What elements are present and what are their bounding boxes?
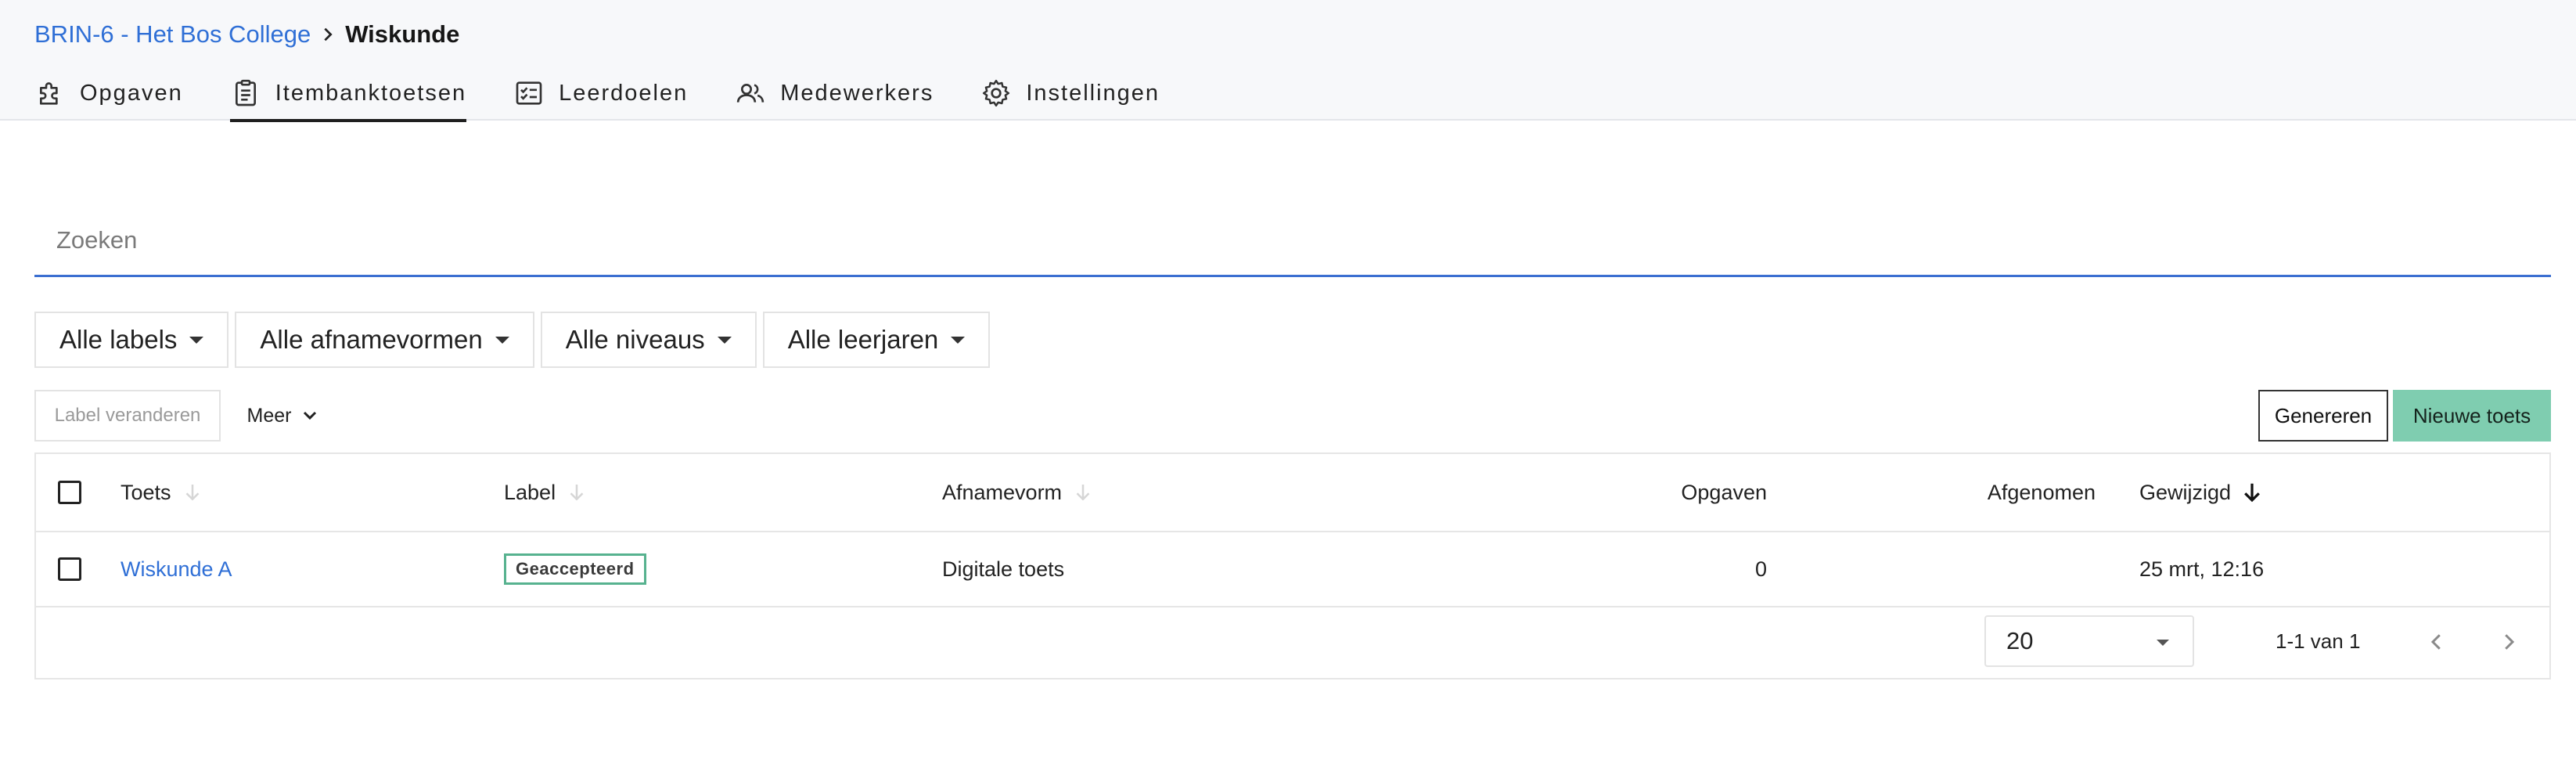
filter-label: Alle labels (59, 325, 178, 354)
tab-medewerkers[interactable]: Medewerkers (735, 69, 934, 121)
breadcrumb-current: Wiskunde (345, 20, 460, 48)
column-title: Opgaven (1681, 480, 1767, 504)
tab-label: Instellingen (1026, 80, 1160, 106)
gewijzigd-value: 25 mrt, 12:16 (2139, 557, 2265, 581)
caret-down-icon (189, 336, 204, 344)
page-size-select[interactable]: 20 (1984, 615, 2194, 667)
cell-opgaven: 0 (1755, 532, 1767, 606)
cell-label: Geaccepteerd (504, 532, 646, 606)
generate-button[interactable]: Genereren (2258, 390, 2388, 442)
checklist-icon (516, 81, 542, 105)
clipboard-icon (235, 79, 256, 106)
sort-arrow-icon (185, 485, 199, 501)
change-label-button[interactable]: Label veranderen (34, 390, 221, 442)
column-header-toets[interactable]: Toets (121, 454, 204, 531)
column-title: Gewijzigd (2139, 480, 2232, 504)
sort-arrow-down-icon (2244, 483, 2260, 503)
column-header-afnamevorm[interactable]: Afnamevorm (942, 454, 1095, 531)
column-header-label[interactable]: Label (504, 454, 588, 531)
more-label: Meer (246, 404, 292, 427)
column-title: Label (504, 480, 556, 504)
caret-down-icon (2157, 640, 2169, 646)
tab-opgaven[interactable]: Opgaven (34, 69, 183, 121)
tab-label: Opgaven (80, 80, 183, 106)
tab-label: Itembanktoetsen (275, 80, 467, 106)
test-name-link[interactable]: Wiskunde A (121, 557, 232, 582)
cell-afnamevorm: Digitale toets (942, 532, 1064, 606)
sort-arrow-icon (570, 485, 584, 501)
column-header-gewijzigd[interactable]: Gewijzigd (2139, 454, 2264, 531)
tab-instellingen[interactable]: Instellingen (980, 69, 1160, 121)
select-all-checkbox[interactable] (58, 481, 81, 504)
caret-down-icon (951, 336, 966, 344)
filter-leerjaren-dropdown[interactable]: Alle leerjaren (762, 312, 991, 368)
cell-gewijzigd: 25 mrt, 12:16 (2139, 532, 2264, 606)
sort-arrow-icon (1076, 485, 1090, 501)
column-title: Afnamevorm (942, 480, 1063, 504)
filter-label: Alle niveaus (565, 325, 705, 354)
tab-bar: Opgaven Itembanktoetsen Leerdoelen Medew… (34, 69, 1207, 122)
previous-page-button[interactable] (2419, 625, 2454, 659)
opgaven-value: 0 (1754, 557, 1767, 581)
status-badge: Geaccepteerd (504, 553, 646, 585)
more-menu-button[interactable]: Meer (232, 390, 335, 442)
table-header-row: Toets Label Afnamevorm Opgaven Afgenomen… (36, 454, 2549, 532)
next-page-button[interactable] (2491, 625, 2526, 659)
chevron-left-icon (2430, 634, 2441, 650)
column-header-opgaven[interactable]: Opgaven (1681, 454, 1767, 531)
tab-label: Medewerkers (780, 80, 934, 106)
table-pagination: 20 1-1 van 1 (36, 607, 2549, 678)
row-select-cell (58, 532, 81, 606)
breadcrumb-school-link[interactable]: BRIN-6 - Het Bos College (34, 20, 311, 49)
search-input[interactable] (34, 205, 2551, 277)
people-icon (737, 83, 765, 103)
tab-leerdoelen[interactable]: Leerdoelen (513, 69, 688, 121)
gear-icon (983, 79, 1010, 107)
filter-labels-dropdown[interactable]: Alle labels (34, 312, 229, 368)
column-title: Afgenomen (1987, 480, 2096, 504)
filter-afnamevormen-dropdown[interactable]: Alle afnamevormen (235, 312, 534, 368)
filter-bar: Alle labels Alle afnamevormen Alle nivea… (34, 312, 996, 368)
puzzle-icon (40, 82, 58, 105)
row-checkbox[interactable] (58, 557, 81, 581)
caret-down-icon (717, 336, 732, 344)
filter-label: Alle leerjaren (787, 325, 939, 354)
chevron-right-icon (311, 17, 345, 52)
breadcrumb: BRIN-6 - Het Bos College Wiskunde (34, 17, 459, 52)
app-header: BRIN-6 - Het Bos College Wiskunde Opgave… (0, 0, 2576, 122)
chevron-right-icon (2505, 634, 2515, 650)
caret-down-icon (495, 336, 509, 344)
select-all-cell (58, 454, 81, 531)
chevron-down-icon (304, 411, 317, 420)
new-test-button[interactable]: Nieuwe toets (2393, 390, 2551, 442)
filter-label: Alle afnamevormen (260, 325, 483, 354)
column-title: Toets (121, 480, 171, 504)
tab-label: Leerdoelen (559, 80, 689, 106)
filter-niveaus-dropdown[interactable]: Alle niveaus (540, 312, 757, 368)
page-range: 1-1 van 1 (2276, 629, 2361, 653)
afnamevorm-value: Digitale toets (942, 557, 1065, 581)
cell-toets: Wiskunde A (121, 532, 232, 606)
table-row[interactable]: Wiskunde A Geaccepteerd Digitale toets 0… (36, 532, 2549, 607)
tests-table: Toets Label Afnamevorm Opgaven Afgenomen… (34, 452, 2551, 679)
page-size-value: 20 (2006, 627, 2034, 654)
tab-itembanktoetsen[interactable]: Itembanktoetsen (229, 69, 467, 122)
column-header-afgenomen[interactable]: Afgenomen (1988, 454, 2096, 531)
